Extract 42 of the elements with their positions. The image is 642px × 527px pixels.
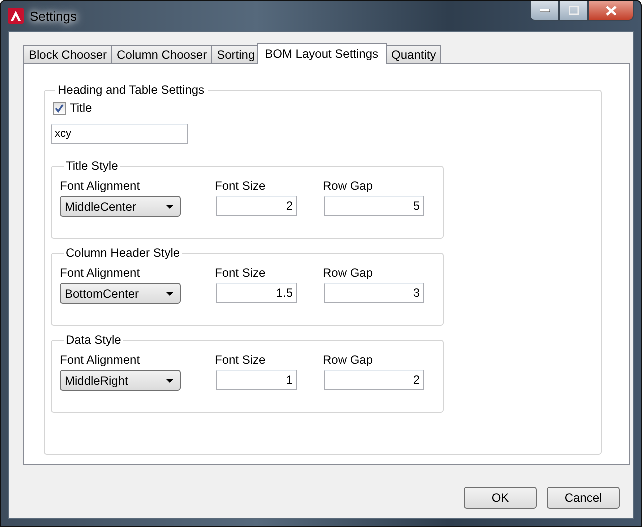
group-title: Title Style: [65, 159, 120, 173]
caret-icon: [166, 204, 174, 208]
alignment-dropdown[interactable]: BottomCenter: [60, 283, 181, 304]
field-label: Font Size: [215, 179, 267, 193]
close-icon: [606, 6, 616, 16]
field-label: Font Size: [215, 353, 267, 367]
maximize-button[interactable]: [559, 1, 588, 21]
field-label: Row Gap: [323, 266, 374, 280]
close-button[interactable]: [588, 1, 634, 21]
font-size-field[interactable]: 1: [216, 370, 297, 390]
dialog-button[interactable]: OK: [464, 487, 537, 509]
minimize-button[interactable]: [530, 1, 559, 21]
field-label: Font Size: [215, 266, 267, 280]
title-field[interactable]: xcy: [51, 124, 188, 144]
tab[interactable]: Quantity: [386, 45, 442, 63]
group-title: Heading and Table Settings: [57, 83, 206, 97]
group-title: Column Header Style: [65, 246, 182, 260]
row-gap-field[interactable]: 5: [324, 196, 424, 216]
dialog-button[interactable]: Cancel: [547, 487, 620, 509]
field-label: Font Alignment: [60, 266, 142, 280]
field-label: Row Gap: [323, 353, 374, 367]
field-label: Font Alignment: [60, 353, 142, 367]
field-label: Row Gap: [323, 179, 374, 193]
tab[interactable]: Column Chooser: [111, 45, 212, 63]
font-size-field[interactable]: 1.5: [216, 283, 297, 303]
tab[interactable]: BOM Layout Settings: [257, 43, 387, 64]
font-size-field[interactable]: 2: [216, 196, 297, 216]
checkbox-label: Title: [70, 101, 92, 115]
row-gap-field[interactable]: 3: [324, 283, 424, 303]
alignment-dropdown[interactable]: MiddleCenter: [60, 196, 181, 217]
checkbox[interactable]: [53, 102, 66, 114]
window-title: Settings: [30, 8, 77, 24]
group-title: Data Style: [65, 333, 122, 347]
minimize-icon: [540, 8, 550, 12]
maximize-icon: [568, 6, 578, 15]
row-gap-field[interactable]: 2: [324, 370, 424, 390]
caret-icon: [166, 378, 174, 382]
app-logo-icon: [8, 8, 24, 24]
caret-icon: [166, 292, 174, 296]
field-label: Font Alignment: [60, 179, 142, 193]
tab[interactable]: Block Chooser: [23, 45, 112, 63]
alignment-dropdown[interactable]: MiddleRight: [60, 370, 181, 391]
